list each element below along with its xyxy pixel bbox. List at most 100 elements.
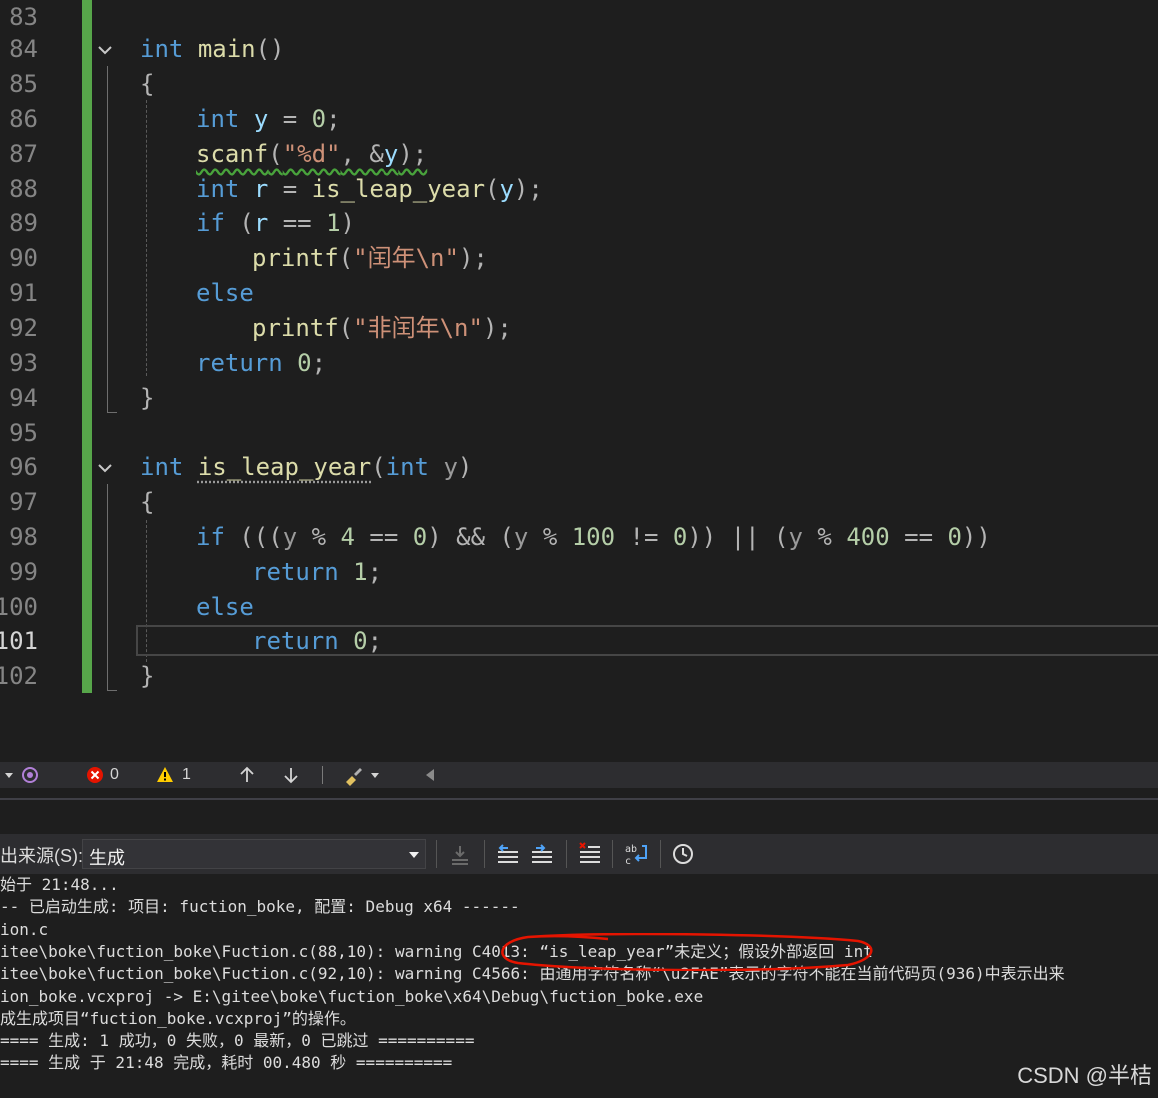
line-number: 99 (9, 558, 38, 586)
code-line[interactable]: 85 { (0, 67, 1158, 102)
panel-splitter[interactable] (0, 788, 1158, 800)
code-line[interactable]: 83 (0, 0, 1158, 35)
output-line: 始于 21:48... (0, 875, 119, 894)
svg-text:ab: ab (625, 844, 637, 855)
arrow-down-icon[interactable] (282, 766, 300, 784)
output-source-dropdown[interactable]: 生成 (82, 839, 426, 869)
chevron-down-icon[interactable] (98, 43, 112, 57)
chevron-down-icon (409, 852, 419, 858)
code-line[interactable]: 91 else (0, 276, 1158, 311)
code-line[interactable]: 86 int y = 0; (0, 102, 1158, 137)
code-line[interactable]: 97 { (0, 485, 1158, 520)
code-line[interactable]: 93 return 0; (0, 346, 1158, 381)
code-text: } (140, 662, 155, 690)
separator (660, 840, 661, 868)
code-text: } (140, 384, 155, 412)
separator (484, 840, 485, 868)
error-count[interactable]: 0 (110, 762, 119, 788)
code-editor[interactable]: 83 84 int main() 85 { 86 int y = 0; 87 s… (0, 0, 1158, 762)
line-number: 83 (9, 3, 38, 31)
code-text: return 1; (252, 558, 383, 586)
code-text: if (r == 1) (196, 209, 355, 237)
line-number: 87 (9, 140, 38, 168)
separator (322, 766, 323, 784)
output-line: -- 已启动生成: 项目: fuction_boke, 配置: Debug x6… (0, 897, 520, 916)
find-message-icon[interactable] (446, 840, 474, 868)
output-line: ==== 生成: 1 成功，0 失败，0 最新，0 已跳过 ========== (0, 1031, 475, 1050)
previous-message-icon[interactable] (494, 840, 522, 868)
code-line[interactable]: 100 else (0, 590, 1158, 625)
code-line[interactable]: 101 return 0; (0, 624, 1158, 659)
dropdown-arrow-icon[interactable] (4, 770, 14, 780)
arrow-up-icon[interactable] (238, 766, 256, 784)
code-line[interactable]: 87 scanf("%d", &y); (0, 137, 1158, 172)
code-line[interactable]: 84 int main() (0, 32, 1158, 67)
watermark: CSDN @半桔 (1017, 1063, 1152, 1088)
code-text: { (140, 70, 155, 98)
code-text: if (((y % 4 == 0) && (y % 100 != 0)) || … (196, 523, 991, 551)
code-line[interactable]: 94 } (0, 381, 1158, 416)
output-line: ion_boke.vcxproj -> E:\gitee\boke\fuctio… (0, 987, 704, 1006)
word-wrap-icon[interactable]: abc (622, 840, 650, 868)
code-text: { (140, 488, 155, 516)
brush-icon[interactable] (342, 764, 364, 786)
line-number: 98 (9, 523, 38, 551)
separator (566, 840, 567, 868)
code-line[interactable]: 96 int is_leap_year(int y) (0, 450, 1158, 485)
output-line: ion.c (0, 920, 49, 939)
line-number: 97 (9, 488, 38, 516)
code-text: else (196, 593, 254, 621)
error-icon[interactable] (86, 766, 104, 784)
editor-status-bar: 0 1 (0, 762, 1158, 788)
code-text: int y = 0; (196, 105, 341, 133)
separator (612, 840, 613, 868)
line-number: 91 (9, 279, 38, 307)
line-number: 84 (9, 35, 38, 63)
code-text: int r = is_leap_year(y); (196, 175, 543, 203)
dropdown-arrow-icon[interactable] (370, 770, 380, 780)
code-text: int main() (140, 35, 285, 63)
output-source-value: 生成 (89, 848, 125, 868)
intellicode-icon[interactable] (20, 765, 40, 785)
code-text: return 0; (252, 627, 383, 655)
code-text: printf("非闰年\n"); (252, 314, 512, 342)
line-number: 93 (9, 349, 38, 377)
line-number: 85 (9, 70, 38, 98)
output-line: 成生成项目“fuction_boke.vcxproj”的操作。 (0, 1009, 356, 1028)
separator (436, 840, 437, 868)
line-number: 101 (0, 627, 38, 655)
output-source-label: 出来源(S): (0, 846, 83, 866)
next-message-icon[interactable] (528, 840, 556, 868)
code-text: printf("闰年\n"); (252, 244, 488, 272)
code-line[interactable]: 99 return 1; (0, 555, 1158, 590)
line-number: 90 (9, 244, 38, 272)
code-line[interactable]: 88 int r = is_leap_year(y); (0, 172, 1158, 207)
line-number: 102 (0, 662, 38, 690)
chevron-down-icon[interactable] (98, 461, 112, 475)
output-line: ==== 生成 于 21:48 完成，耗时 00.480 秒 =========… (0, 1053, 453, 1072)
line-number: 89 (9, 209, 38, 237)
code-text: return 0; (196, 349, 327, 377)
line-number: 88 (9, 175, 38, 203)
clear-all-icon[interactable] (576, 840, 604, 868)
code-text: scanf("%d", &y); (196, 140, 428, 168)
svg-text:c: c (625, 856, 631, 867)
line-number: 92 (9, 314, 38, 342)
scroll-left-icon[interactable] (424, 768, 436, 782)
line-number: 86 (9, 105, 38, 133)
warning-count[interactable]: 1 (182, 762, 191, 788)
code-text: else (196, 279, 254, 307)
code-text: int is_leap_year(int y) (140, 453, 473, 481)
line-number: 96 (9, 453, 38, 481)
clock-icon[interactable] (670, 840, 698, 868)
warning-icon[interactable] (156, 766, 174, 784)
code-line[interactable]: 90 printf("闰年\n"); (0, 241, 1158, 276)
code-line[interactable]: 102 } (0, 659, 1158, 694)
output-toolbar: 出来源(S): 生成 ab c (0, 834, 1158, 874)
code-line[interactable]: 95 (0, 416, 1158, 451)
line-number: 95 (9, 419, 38, 447)
code-line[interactable]: 98 if (((y % 4 == 0) && (y % 100 != 0)) … (0, 520, 1158, 555)
code-line[interactable]: 92 printf("非闰年\n"); (0, 311, 1158, 346)
line-number: 100 (0, 593, 38, 621)
code-line[interactable]: 89 if (r == 1) (0, 206, 1158, 241)
